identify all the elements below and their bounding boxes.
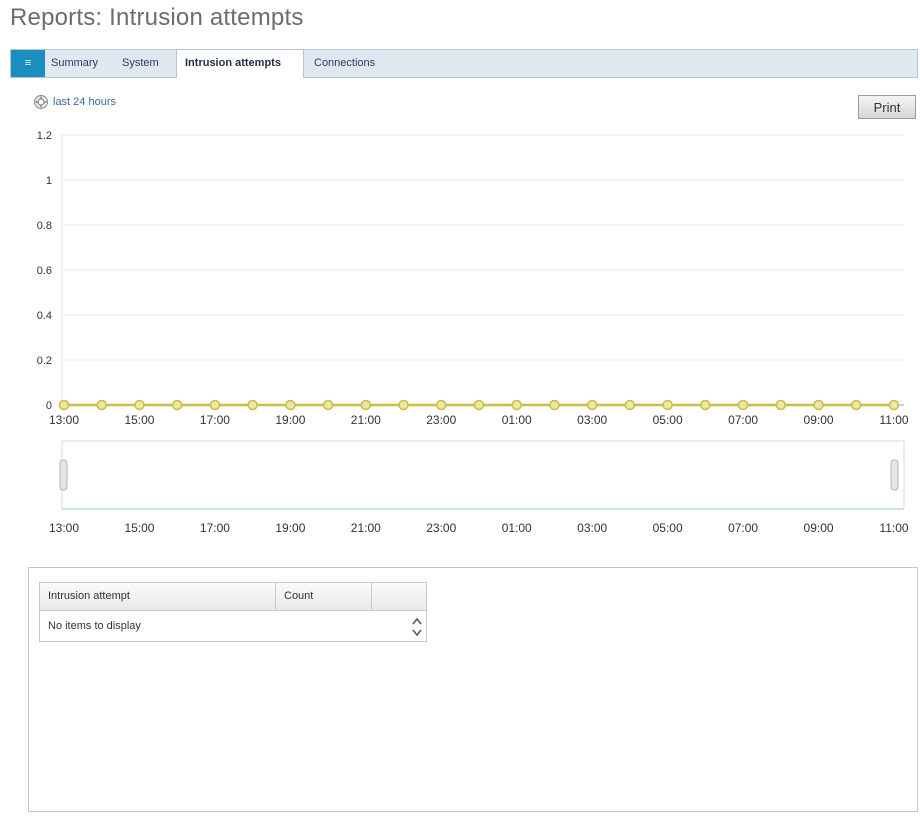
data-point[interactable] <box>586 399 598 411</box>
x-tick-label: 05:00 <box>653 413 683 427</box>
data-point[interactable] <box>700 399 711 411</box>
column-count[interactable]: Count <box>276 583 372 610</box>
data-point[interactable] <box>511 399 522 411</box>
data-point[interactable] <box>247 399 258 411</box>
data-point[interactable] <box>171 399 183 411</box>
y-tick-label: 0 <box>46 400 52 412</box>
y-tick-label: 0.8 <box>37 220 52 232</box>
scroll-arrows-icon[interactable] <box>412 616 422 638</box>
x-tick-label: 17:00 <box>200 413 230 427</box>
data-point[interactable] <box>58 399 70 411</box>
navigator-tick-label: 01:00 <box>502 521 532 535</box>
data-point[interactable] <box>775 399 787 411</box>
y-tick-label: 0.2 <box>37 355 52 367</box>
navigator-frame <box>61 440 905 510</box>
navigator-tick-label: 11:00 <box>879 521 908 535</box>
x-tick-label: 21:00 <box>351 413 381 427</box>
data-point[interactable] <box>209 399 221 411</box>
x-tick-label: 03:00 <box>577 413 607 427</box>
navigator-tick-label: 19:00 <box>275 521 305 535</box>
table-header: Intrusion attempt Count <box>40 583 426 611</box>
intrusion-chart: 1.2 1 0.8 0.6 0.4 0.2 0 13:00 15:00 17:00 19:00 21… <box>37 130 909 535</box>
x-tick-label: 15:00 <box>124 413 154 427</box>
data-point[interactable] <box>737 399 749 411</box>
y-tick-label: 0.4 <box>37 310 52 322</box>
data-point[interactable] <box>624 399 636 411</box>
data-point[interactable] <box>549 399 560 411</box>
navigator-tick-label: 17:00 <box>200 521 230 535</box>
navigator-tick-label: 05:00 <box>653 521 683 535</box>
x-tick-label: 13:00 <box>49 413 79 427</box>
x-tick-label: 11:00 <box>879 413 908 427</box>
data-point[interactable] <box>662 399 673 411</box>
navigator-tick-label: 23:00 <box>426 521 456 535</box>
navigator-tick-label: 09:00 <box>804 521 834 535</box>
x-tick-label: 23:00 <box>426 413 456 427</box>
data-point[interactable] <box>813 399 824 411</box>
data-point[interactable] <box>473 399 485 411</box>
navigator-tick-label: 15:00 <box>124 521 154 535</box>
y-tick-label: 1 <box>46 175 52 187</box>
table-empty-row: No items to display <box>40 611 426 642</box>
data-point[interactable] <box>360 399 372 411</box>
navigator-tick-label: 21:00 <box>351 521 381 535</box>
data-point[interactable] <box>134 399 145 411</box>
data-point[interactable] <box>851 399 862 411</box>
empty-message: No items to display <box>48 620 141 632</box>
data-point[interactable] <box>436 399 447 411</box>
data-point[interactable] <box>322 399 334 411</box>
y-tick-label: 0.6 <box>37 265 52 277</box>
navigator-tick-label: 13:00 <box>49 521 79 535</box>
x-tick-label: 01:00 <box>502 413 532 427</box>
x-tick-label: 07:00 <box>728 413 758 427</box>
data-point[interactable] <box>285 399 296 411</box>
column-extra <box>372 583 426 610</box>
navigator-handle-left[interactable] <box>59 459 68 491</box>
y-tick-label: 1.2 <box>37 130 52 142</box>
column-intrusion-attempt[interactable]: Intrusion attempt <box>40 583 276 610</box>
navigator-tick-label: 07:00 <box>728 521 758 535</box>
x-tick-label: 19:00 <box>275 413 305 427</box>
x-tick-label: 09:00 <box>804 413 834 427</box>
data-point[interactable] <box>96 399 107 411</box>
data-point[interactable] <box>398 399 409 411</box>
data-point[interactable] <box>888 399 900 411</box>
navigator-handle-right[interactable] <box>890 459 899 491</box>
navigator-tick-label: 03:00 <box>577 521 607 535</box>
intrusion-table: Intrusion attempt Count No items to disp… <box>39 582 427 642</box>
